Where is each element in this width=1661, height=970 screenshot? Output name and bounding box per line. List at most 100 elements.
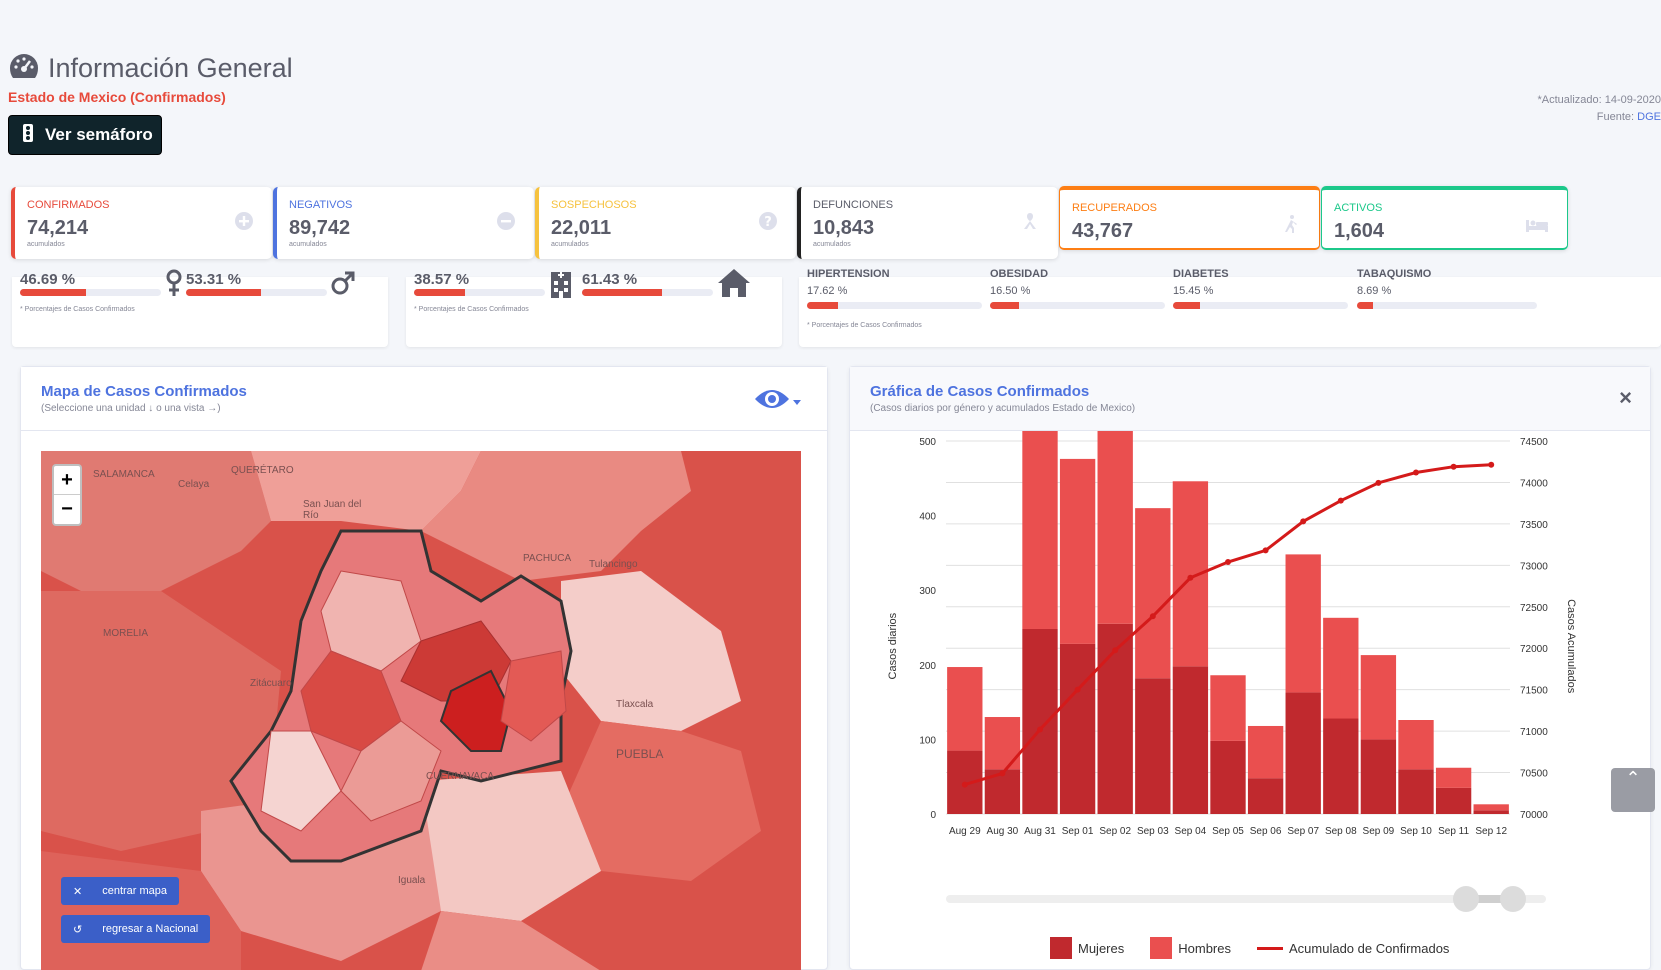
bar-mujeres xyxy=(1285,692,1321,814)
card-sospechosos[interactable]: SOSPECHOSOS 22,011 acumulados ? xyxy=(535,187,796,259)
bar-mujeres xyxy=(1360,739,1397,814)
card-label: DEFUNCIONES xyxy=(813,199,894,211)
accumulated-point xyxy=(1074,686,1081,693)
legend-label: Hombres xyxy=(1178,940,1231,956)
x-tick-label: Sep 01 xyxy=(1062,826,1094,837)
condition-name: TABAQUISMO xyxy=(1357,268,1432,280)
y2-tick-label: 73000 xyxy=(1520,561,1548,572)
accumulated-point xyxy=(1300,518,1307,525)
condition-name: DIABETES xyxy=(1173,268,1229,280)
bar-hombres xyxy=(1285,554,1321,693)
card-confirmados[interactable]: CONFIRMADOS 74,214 acumulados xyxy=(11,187,272,259)
x-tick-label: Aug 29 xyxy=(949,826,981,837)
zoom-out-button[interactable]: − xyxy=(54,495,80,524)
page-subtitle: Estado de Mexico (Confirmados) xyxy=(8,89,226,105)
map-place-label: QUERÉTARO xyxy=(231,465,294,476)
card-value: 43,767 xyxy=(1072,220,1134,242)
y2-tick-label: 70500 xyxy=(1520,769,1548,780)
map-view[interactable]: SALAMANCA Celaya QUERÉTARO San Juan del … xyxy=(41,451,801,970)
scroll-top-button[interactable]: ⌃ xyxy=(1611,768,1655,812)
eye-dropdown-icon[interactable] xyxy=(753,385,803,413)
legend-item[interactable]: Mujeres xyxy=(1050,937,1124,959)
card-defunciones[interactable]: DEFUNCIONES 10,843 acumulados xyxy=(797,187,1058,259)
x-tick-label: Sep 06 xyxy=(1250,826,1282,837)
bar-mujeres xyxy=(1172,666,1209,814)
card-value: 74,214 xyxy=(27,217,89,239)
y2-tick-label: 72500 xyxy=(1520,603,1548,614)
center-map-button[interactable]: ✕ centrar mapa xyxy=(61,877,180,905)
update-info: *Actualizado: 14-09-2020 Fuente: DGE xyxy=(1531,92,1661,126)
x-tick-label: Sep 03 xyxy=(1137,826,1169,837)
national-button-label: regresar a Nacional xyxy=(102,923,199,935)
semaforo-button[interactable]: Ver semáforo xyxy=(8,115,162,155)
legend-item[interactable]: Acumulado de Confirmados xyxy=(1257,937,1449,959)
condition-bar xyxy=(807,302,982,309)
card-recuperados[interactable]: RECUPERADOS 43,767 xyxy=(1059,186,1320,250)
bar-mujeres xyxy=(1210,740,1246,814)
bar-hombres xyxy=(1360,655,1397,740)
card-sub: acumulados xyxy=(27,241,65,248)
card-sub: acumulados xyxy=(813,241,851,248)
x-tick-label: Sep 08 xyxy=(1325,826,1357,837)
map-panel-header: Mapa de Casos Confirmados (Seleccione un… xyxy=(21,367,827,431)
hospital-icon xyxy=(551,272,571,298)
source-label: Fuente: xyxy=(1596,111,1635,123)
male-bar-fill xyxy=(186,289,262,296)
close-button[interactable]: × xyxy=(1619,385,1632,411)
x-tick-label: Sep 09 xyxy=(1363,826,1395,837)
female-percentage: 46.69 % xyxy=(20,271,76,288)
bar-hombres xyxy=(984,717,1021,770)
accumulated-point xyxy=(1262,547,1269,554)
conditions-note: * Porcentajes de Casos Confirmados xyxy=(807,322,922,329)
bar-mujeres xyxy=(1435,787,1472,814)
condition-value: 17.62 % xyxy=(807,285,848,297)
map-place-label: SALAMANCA xyxy=(93,469,155,480)
x-tick-label: Sep 11 xyxy=(1438,826,1469,837)
traffic-light-icon xyxy=(21,123,35,147)
updated-date: *Actualizado: 14-09-2020 xyxy=(1537,94,1661,106)
x-tick-label: Sep 05 xyxy=(1212,826,1244,837)
chart-range-slider[interactable] xyxy=(946,883,1546,913)
hospitalized-bar xyxy=(414,289,545,296)
map-panel-title: Mapa de Casos Confirmados xyxy=(41,383,247,400)
map-place-label: Tulancingo xyxy=(589,559,638,570)
female-bar-fill xyxy=(20,289,86,296)
card-activos[interactable]: ACTIVOS 1,604 xyxy=(1321,186,1568,250)
accumulated-point xyxy=(1413,469,1419,476)
accumulated-point xyxy=(1225,559,1231,566)
map-place-label: Zitácuaro xyxy=(250,678,292,689)
y-tick-label: 200 xyxy=(919,661,936,672)
x-tick-label: Sep 04 xyxy=(1175,826,1207,837)
bar-mujeres xyxy=(1247,778,1284,814)
y2-tick-label: 71500 xyxy=(1520,686,1548,697)
legend-item[interactable]: Hombres xyxy=(1150,937,1231,959)
map-place-label: Iguala xyxy=(398,875,426,886)
card-label: NEGATIVOS xyxy=(289,199,353,211)
hospitalized-percentage: 38.57 % xyxy=(414,271,470,288)
zoom-in-button[interactable]: + xyxy=(54,466,80,495)
bar-hombres xyxy=(1435,767,1472,788)
cases-chart: 70000 70500 71000 71500 72000 72500 73000 73500… xyxy=(887,431,1577,837)
condition-value: 8.69 % xyxy=(1357,285,1392,297)
y2-tick-label: 70000 xyxy=(1520,810,1548,821)
condition-bar xyxy=(1173,302,1348,309)
bed-icon xyxy=(1526,220,1548,232)
chart-panel: Gráfica de Casos Confirmados (Casos diar… xyxy=(849,366,1651,970)
y-axis-label: Casos diarios xyxy=(887,612,899,679)
female-bar xyxy=(20,289,161,296)
card-negativos[interactable]: NEGATIVOS 89,742 acumulados xyxy=(273,187,534,259)
accumulated-point xyxy=(1375,479,1382,486)
bar-hombres xyxy=(1398,720,1434,770)
condition-bar-fill xyxy=(990,302,1019,309)
y-tick-label: 100 xyxy=(919,735,936,746)
condition-bar xyxy=(990,302,1165,309)
bar-hombres xyxy=(1473,804,1509,811)
source-link[interactable]: DGE xyxy=(1637,111,1661,123)
page-header: Información General Estado de Mexico (Co… xyxy=(8,52,293,105)
ambulatory-bar-fill xyxy=(582,289,663,296)
national-button[interactable]: ↺ regresar a Nacional xyxy=(61,915,211,943)
condition-value: 15.45 % xyxy=(1173,285,1214,297)
accumulated-point xyxy=(1037,726,1043,733)
card-value: 89,742 xyxy=(289,217,351,239)
undo-icon: ↺ xyxy=(73,923,83,936)
